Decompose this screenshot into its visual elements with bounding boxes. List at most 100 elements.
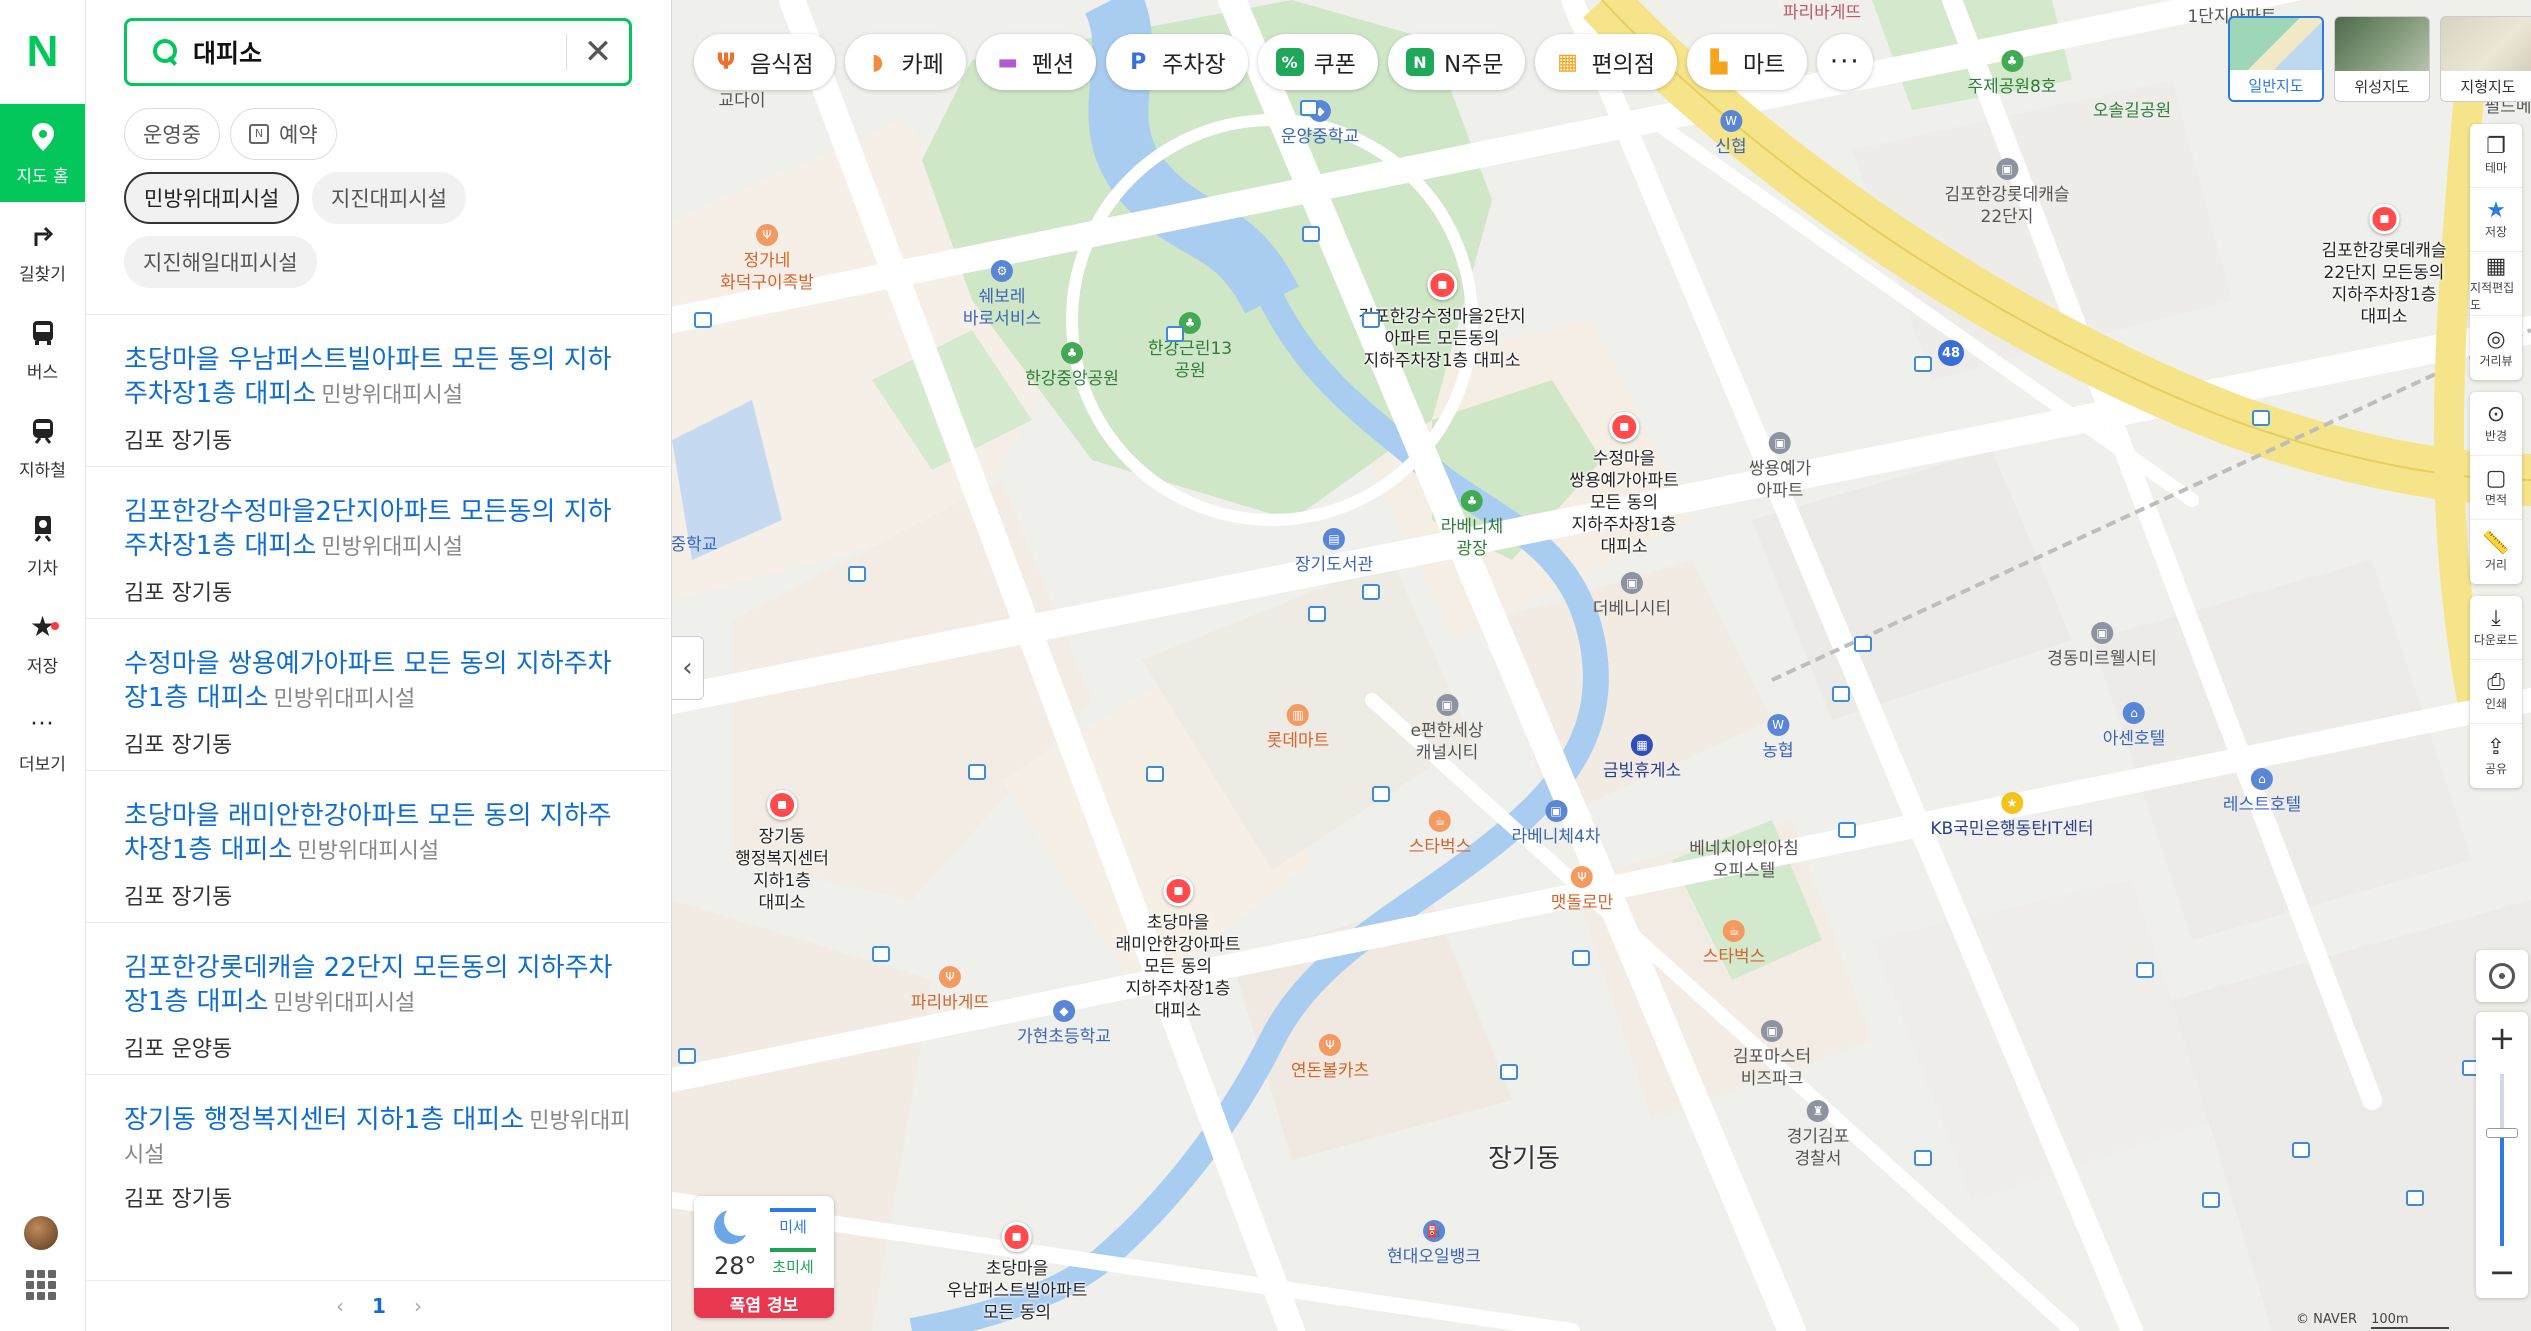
map-poi[interactable]: ♣ 한강중앙공원 <box>1025 342 1119 390</box>
rail-item-more[interactable]: ··· 더보기 <box>0 692 85 790</box>
bus-stop-icon[interactable] <box>678 1048 696 1064</box>
tool-saved[interactable]: ★ 저장 <box>2470 188 2522 252</box>
category-coupon[interactable]: % 쿠폰 <box>1257 34 1378 90</box>
filter-open-now[interactable]: 운영중 <box>124 108 220 160</box>
page-number-current[interactable]: 1 <box>372 1294 386 1318</box>
list-item[interactable]: 수정마을 쌍용예가아파트 모든 동의 지하주차장1층 대피소 민방위대피시설 김… <box>86 618 672 770</box>
search-result-marker[interactable]: 수정마을 쌍용예가아파트 모든 동의 지하주차장1층 대피소 <box>1569 412 1679 558</box>
map-poi[interactable]: ♜ 경기김포 경찰서 <box>1787 1100 1849 1170</box>
bus-stop-icon[interactable] <box>2252 410 2270 426</box>
rail-item-saved[interactable]: ★ 저장 <box>0 594 85 692</box>
list-item[interactable]: 김포한강수정마을2단지아파트 모든동의 지하주차장1층 대피소 민방위대피시설 … <box>86 466 672 618</box>
map-poi[interactable]: Ψ 파리바게뜨 <box>911 966 989 1014</box>
bus-stop-icon[interactable] <box>1832 686 1850 702</box>
map-canvas[interactable]: 김포한강수정마을2단지 아파트 모든동의 지하주차장1층 대피소 수정마을 쌍용… <box>672 0 2531 1331</box>
bus-stop-icon[interactable] <box>1500 1064 1518 1080</box>
map-poi[interactable]: ▣ 쌍용예가 아파트 <box>1749 432 1811 502</box>
map-poi[interactable]: ★ KB국민은행동탄IT센터 <box>1930 792 2094 840</box>
zoom-out-button[interactable]: − <box>2476 1246 2528 1298</box>
category-n-order[interactable]: N N주문 <box>1387 34 1526 90</box>
bus-stop-icon[interactable] <box>1146 766 1164 782</box>
bus-stop-icon[interactable] <box>1300 100 1318 116</box>
map-poi[interactable]: W 농협 <box>1762 714 1794 762</box>
bus-stop-icon[interactable] <box>1914 356 1932 372</box>
naver-logo[interactable]: N <box>0 0 85 104</box>
heat-wave-alert[interactable]: 폭염 경보 <box>694 1288 834 1318</box>
map-poi[interactable]: ▥ 롯데마트 <box>1267 704 1329 752</box>
bus-stop-icon[interactable] <box>1854 636 1872 652</box>
category-cafe[interactable]: ◗ 카페 <box>845 34 966 90</box>
map-type-terrain[interactable]: 지형지도 <box>2440 16 2531 102</box>
zoom-in-button[interactable]: + <box>2476 1012 2528 1064</box>
map-poi[interactable]: Ψ 맷돌로만 <box>1551 866 1613 914</box>
bus-stop-icon[interactable] <box>1838 822 1856 838</box>
map-poi[interactable]: ⚙ 쉐보레 바로서비스 <box>963 260 1041 330</box>
rail-item-bus[interactable]: 버스 <box>0 300 85 398</box>
collapse-panel-button[interactable]: ‹ <box>672 636 704 700</box>
tool-print[interactable]: ⎙ 인쇄 <box>2470 660 2522 724</box>
list-item[interactable]: 장기동 행정복지센터 지하1층 대피소 민방위대피시설 김포 장기동 <box>86 1074 672 1226</box>
category-pension[interactable]: ▬ 펜션 <box>975 34 1097 90</box>
bus-stop-icon[interactable] <box>968 764 986 780</box>
map-poi[interactable]: ◆ 가현초등학교 <box>1017 1000 1111 1048</box>
user-avatar[interactable] <box>24 1216 58 1250</box>
category-convenience-store[interactable]: ▦ 편의점 <box>1535 34 1677 90</box>
copyright-text[interactable]: © NAVER <box>2296 1312 2357 1329</box>
bus-stop-icon[interactable] <box>2202 1192 2220 1208</box>
filter-tsunami[interactable]: 지진해일대피시설 <box>124 236 317 288</box>
map-poi[interactable]: ♣ 한강근린13 공원 <box>1148 312 1232 382</box>
map-poi[interactable]: ♣ 라베니체 광장 <box>1441 490 1503 560</box>
map-poi[interactable]: W 신협 <box>1715 110 1747 158</box>
search-result-marker[interactable]: 초당마을 우남퍼스트빌아파트 모든 동의 <box>947 1222 1087 1324</box>
bus-stop-icon[interactable] <box>848 566 866 582</box>
tool-radius[interactable]: ⊙ 반경 <box>2470 392 2522 456</box>
tool-theme[interactable]: ❐ 테마 <box>2470 124 2522 188</box>
filter-reservation[interactable]: N 예약 <box>230 108 337 160</box>
category-restaurant[interactable]: Ψ 음식점 <box>694 34 836 90</box>
map-poi[interactable]: ▣ 더베니시티 <box>1593 572 1671 620</box>
map-poi[interactable]: ▣ 경동미르웰시티 <box>2047 622 2157 670</box>
apps-grid-icon[interactable] <box>26 1270 56 1300</box>
search-result-marker[interactable]: 김포한강롯데캐슬 22단지 모든동의 지하주차장1층 대피소 <box>2321 204 2447 328</box>
filter-earthquake[interactable]: 지진대피시설 <box>312 172 466 224</box>
rail-item-map-home[interactable]: 지도 홈 <box>0 104 85 202</box>
map-poi[interactable]: ⌂ 레스트호텔 <box>2223 768 2301 816</box>
filter-civil-defense[interactable]: 민방위대피시설 <box>124 172 300 224</box>
map-poi[interactable]: ▦ 금빛휴게소 <box>1603 734 1681 782</box>
map-poi[interactable]: ♣ 주제공원8호 <box>1967 50 2057 98</box>
map-poi[interactable]: ▤ 장기도서관 <box>1295 528 1373 576</box>
search-input[interactable]: 대피소 <box>193 34 566 70</box>
list-item[interactable]: 초당마을 래미안한강아파트 모든 동의 지하주차장1층 대피소 민방위대피시설 … <box>86 770 672 922</box>
bus-stop-icon[interactable] <box>1362 584 1380 600</box>
bus-stop-icon[interactable] <box>1166 326 1184 342</box>
bus-stop-icon[interactable] <box>694 312 712 328</box>
result-title[interactable]: 장기동 행정복지센터 지하1층 대피소 <box>124 1105 524 1135</box>
map-poi[interactable]: ◆ 운양중학교 <box>1281 100 1359 148</box>
clear-icon[interactable]: ✕ <box>567 32 629 72</box>
rail-item-train[interactable]: 기차 <box>0 496 85 594</box>
map-type-normal[interactable]: 일반지도 <box>2228 16 2324 102</box>
tool-cadastral[interactable]: ▦ 지적편집도 <box>2470 252 2522 316</box>
map-poi[interactable]: ▣ e편한세상 캐널시티 <box>1410 694 1484 764</box>
search-box[interactable]: 대피소 ✕ <box>124 18 632 86</box>
bus-stop-icon[interactable] <box>1308 606 1326 622</box>
category-mart[interactable]: ▙ 마트 <box>1686 34 1808 90</box>
map-poi[interactable]: ▣ 김포마스터 비즈파크 <box>1733 1020 1811 1090</box>
bus-stop-icon[interactable] <box>1572 950 1590 966</box>
map-type-satellite[interactable]: 위성지도 <box>2334 16 2430 102</box>
tool-distance[interactable]: 📏 거리 <box>2470 520 2522 584</box>
list-item[interactable]: 김포한강롯데캐슬 22단지 모든동의 지하주차장1층 대피소 민방위대피시설 김… <box>86 922 672 1074</box>
tool-download[interactable]: ⤓ 다운로드 <box>2470 596 2522 660</box>
bus-stop-icon[interactable] <box>1372 786 1390 802</box>
prev-page-button[interactable]: ‹ <box>336 1294 344 1318</box>
tool-share[interactable]: ⇪ 공유 <box>2470 724 2522 788</box>
map-poi[interactable]: ☕ 스타벅스 <box>1703 920 1765 968</box>
bus-stop-icon[interactable] <box>2292 1142 2310 1158</box>
map-poi[interactable]: ▣ 김포한강롯데캐슬 22단지 <box>1944 158 2070 228</box>
next-page-button[interactable]: › <box>414 1294 422 1318</box>
rail-item-directions[interactable]: 길찾기 <box>0 202 85 300</box>
tool-area[interactable]: ▢ 면적 <box>2470 456 2522 520</box>
weather-widget[interactable]: 28° 미세 초미세 폭염 경보 <box>694 1196 834 1318</box>
bus-stop-icon[interactable] <box>1362 312 1380 328</box>
map-poi[interactable]: Ψ 연돈볼카츠 <box>1291 1034 1369 1082</box>
